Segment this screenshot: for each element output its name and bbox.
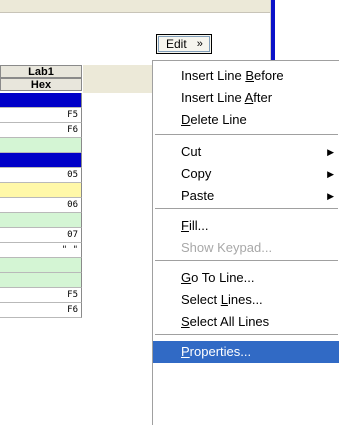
menu-item-label: Insert Line After bbox=[181, 90, 273, 105]
menu-item-properties[interactable]: Properties... bbox=[153, 341, 339, 363]
menu-item-insert-line-before[interactable]: Insert Line Before bbox=[153, 65, 339, 87]
table-row[interactable]: F6 bbox=[0, 123, 82, 138]
menu-item-label: Show Keypad... bbox=[181, 240, 273, 255]
menu-separator bbox=[155, 134, 338, 135]
top-scrollbar[interactable] bbox=[0, 0, 270, 13]
menu-item-select-lines[interactable]: Select Lines... bbox=[153, 289, 339, 311]
menu-item-label: Cut bbox=[181, 144, 202, 159]
table-row[interactable]: F5 bbox=[0, 288, 82, 303]
table-row[interactable] bbox=[0, 138, 82, 153]
table-row[interactable] bbox=[0, 93, 82, 108]
table-row[interactable] bbox=[0, 258, 82, 273]
chevron-down-icon: » bbox=[196, 38, 203, 50]
table-row[interactable]: 07 bbox=[0, 228, 82, 243]
table-row[interactable] bbox=[0, 183, 82, 198]
table-row[interactable] bbox=[0, 153, 82, 168]
menu-item-label: Paste bbox=[181, 188, 215, 203]
data-grid: F5 F6 05 06 07 " " F5 F6 bbox=[0, 93, 82, 318]
menu-item-paste[interactable]: Paste ▶ bbox=[153, 185, 339, 207]
table-row[interactable]: F5 bbox=[0, 108, 82, 123]
menu-separator bbox=[155, 208, 338, 209]
menu-item-cut[interactable]: Cut ▶ bbox=[153, 141, 339, 163]
table-row[interactable]: F6 bbox=[0, 303, 82, 318]
menu-item-label: Select All Lines bbox=[181, 314, 270, 329]
menu-item-label: Copy bbox=[181, 166, 212, 181]
table-row[interactable]: " " bbox=[0, 243, 82, 258]
menu-item-label: Select Lines... bbox=[181, 292, 263, 307]
menu-item-copy[interactable]: Copy ▶ bbox=[153, 163, 339, 185]
column-header-hex[interactable]: Hex bbox=[0, 78, 82, 91]
column-header-lab1[interactable]: Lab1 bbox=[0, 65, 82, 78]
menu-item-fill[interactable]: Fill... bbox=[153, 215, 339, 237]
menu-separator bbox=[155, 334, 338, 335]
submenu-arrow-icon: ▶ bbox=[327, 169, 334, 179]
menu-item-label: Fill... bbox=[181, 218, 209, 233]
table-row[interactable] bbox=[0, 213, 82, 228]
menu-separator bbox=[155, 260, 338, 261]
menu-item-go-to-line[interactable]: Go To Line... bbox=[153, 267, 339, 289]
edit-menu-button[interactable]: Edit » bbox=[156, 34, 212, 54]
menu-item-select-all-lines[interactable]: Select All Lines bbox=[153, 311, 339, 333]
edit-context-menu: Insert Line Before Insert Line After Delet… bbox=[152, 60, 339, 425]
submenu-arrow-icon: ▶ bbox=[327, 191, 334, 201]
menu-item-label: Delete Line bbox=[181, 112, 247, 127]
menu-item-insert-line-after[interactable]: Insert Line After bbox=[153, 87, 339, 109]
menu-item-show-keypad[interactable]: Show Keypad... bbox=[153, 237, 339, 259]
menu-item-delete-line[interactable]: Delete Line bbox=[153, 109, 339, 131]
toolbar bbox=[0, 13, 270, 63]
table-row[interactable] bbox=[0, 273, 82, 288]
menu-item-label: Go To Line... bbox=[181, 270, 255, 285]
header-filler bbox=[83, 65, 153, 93]
menu-item-label: Insert Line Before bbox=[181, 68, 284, 83]
menu-item-label: Properties... bbox=[181, 344, 252, 359]
table-row[interactable]: 06 bbox=[0, 198, 82, 213]
edit-label: Edit bbox=[166, 37, 187, 51]
submenu-arrow-icon: ▶ bbox=[327, 147, 334, 157]
column-header: Lab1 Hex bbox=[0, 65, 82, 91]
table-row[interactable]: 05 bbox=[0, 168, 82, 183]
